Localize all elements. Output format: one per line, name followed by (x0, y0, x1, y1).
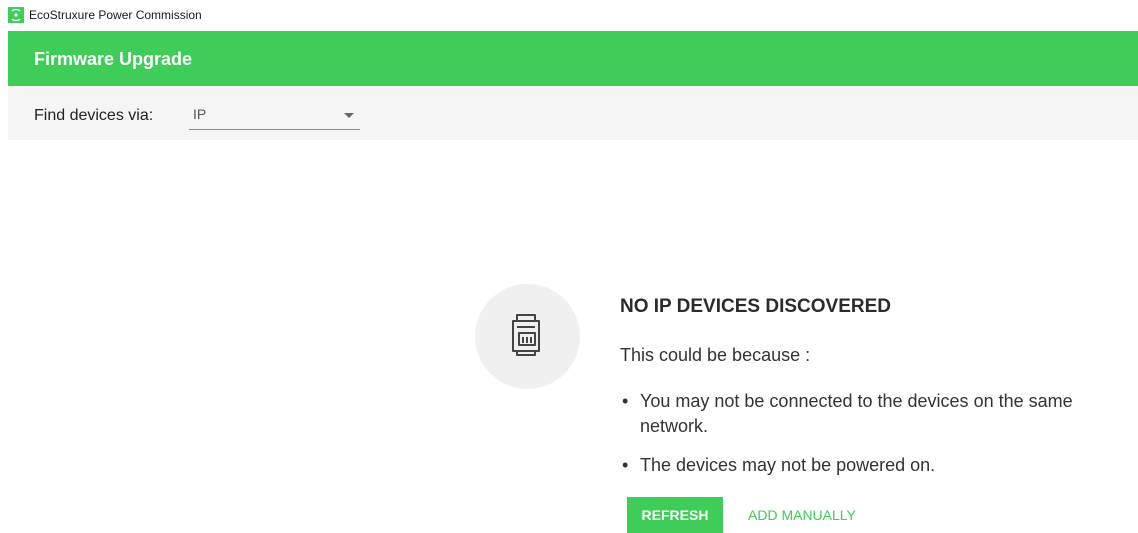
reason-text: The devices may not be powered on. (640, 455, 936, 475)
reason-text: You may not be connected to the devices … (640, 391, 1073, 436)
app-logo-icon (8, 7, 24, 23)
window-title: EcoStruxure Power Commission (29, 8, 202, 22)
find-devices-select[interactable]: IP (189, 102, 360, 130)
empty-state-reasons-list: • You may not be connected to the device… (620, 389, 1135, 492)
list-item: • You may not be connected to the device… (620, 389, 1135, 439)
empty-state-title: NO IP DEVICES DISCOVERED (620, 296, 891, 317)
bullet-icon: • (622, 391, 629, 411)
bullet-icon: • (622, 455, 629, 475)
find-devices-selected-value: IP (193, 106, 207, 122)
empty-state-subtitle: This could be because : (620, 345, 811, 365)
refresh-button[interactable]: REFRESH (627, 497, 723, 533)
find-devices-label: Find devices via: (34, 107, 154, 124)
filter-bar: Find devices via: IP (8, 86, 1138, 140)
add-manually-button[interactable]: ADD MANUALLY (736, 497, 868, 533)
window-titlebar: EcoStruxure Power Commission (0, 0, 1138, 31)
circuit-breaker-icon (512, 314, 540, 356)
page-header: Firmware Upgrade (8, 31, 1138, 86)
list-item: • The devices may not be powered on. (620, 453, 1135, 478)
caret-down-icon (344, 113, 354, 118)
empty-state-icon-container (475, 284, 580, 389)
page-title: Firmware Upgrade (34, 49, 193, 69)
